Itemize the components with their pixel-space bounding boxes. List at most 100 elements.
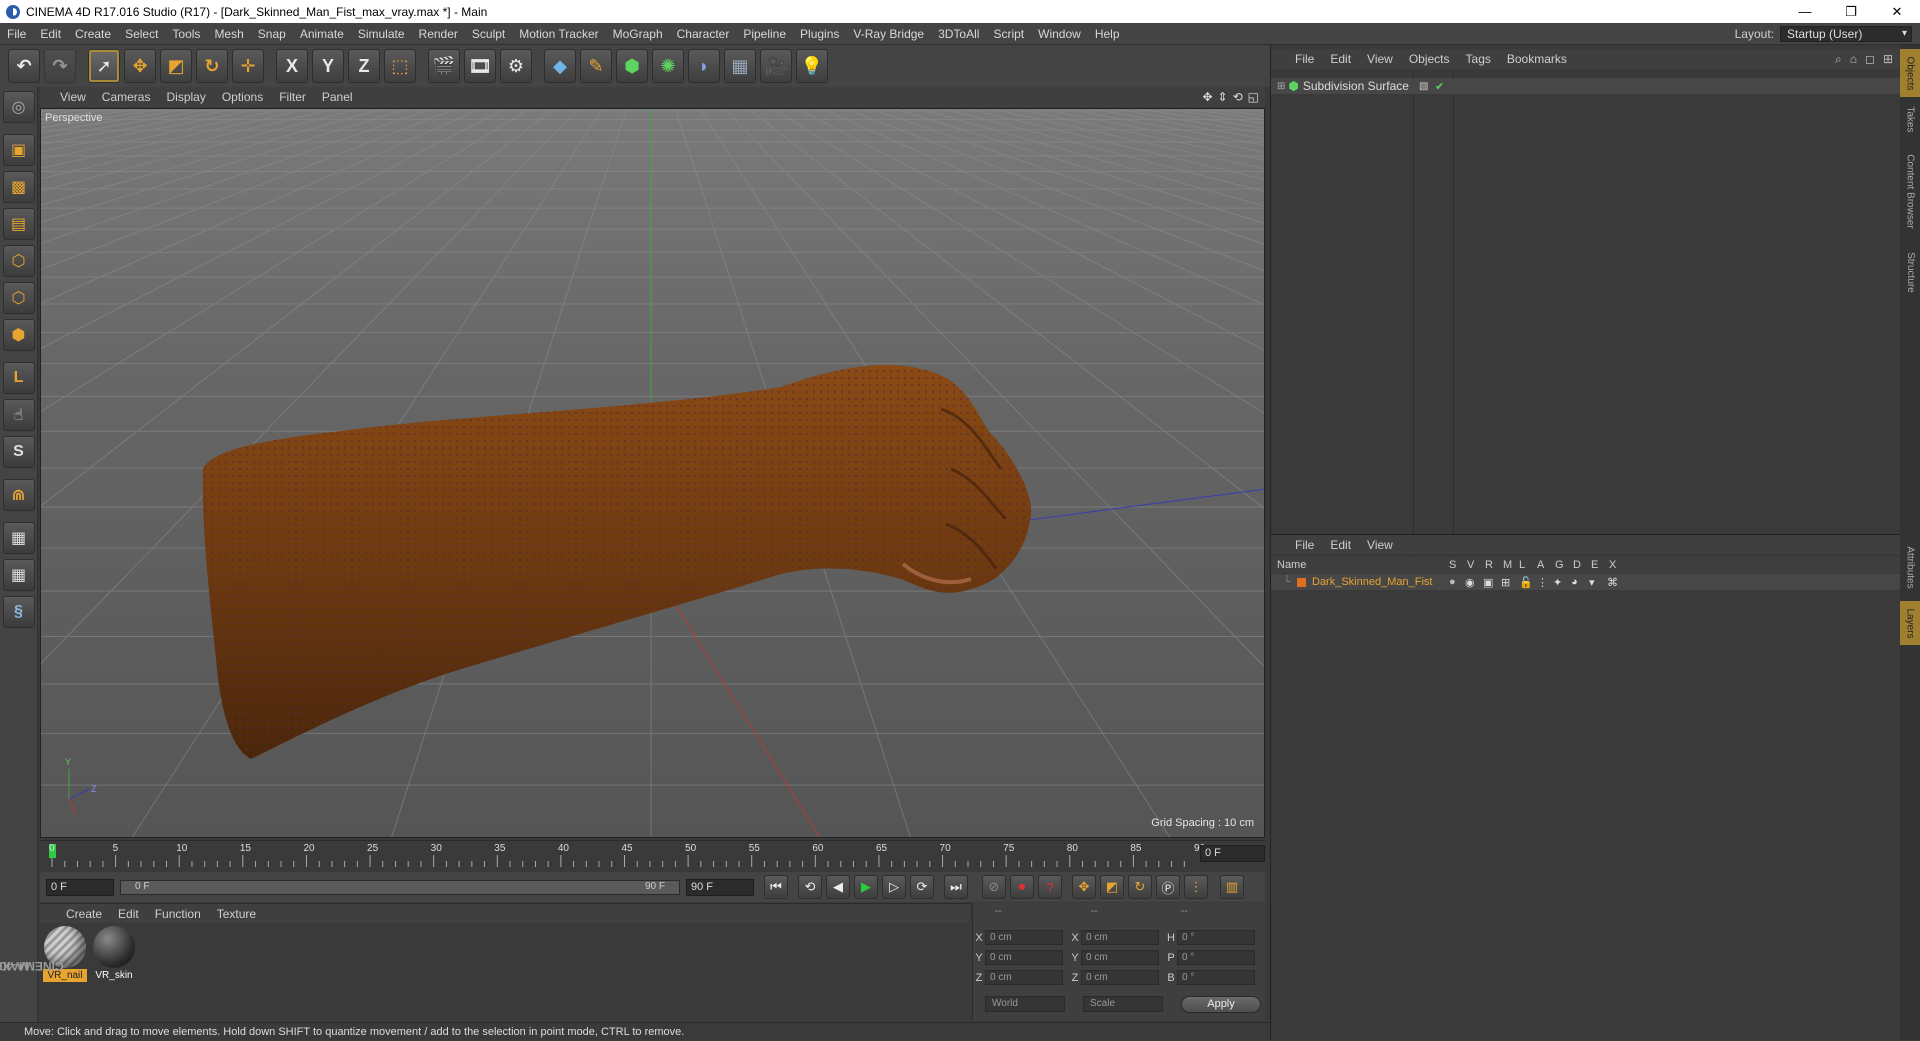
layer-row[interactable]: └ Dark_Skinned_Man_Fist ● ◉ ▣ ⊞ 🔓 ⋮ ✦ ◕ … <box>1271 574 1901 590</box>
record-disabled-icon[interactable]: ⊘ <box>982 875 1006 899</box>
viewport-menu-options[interactable]: Options <box>222 90 263 104</box>
pan-view-icon[interactable]: ✥ <box>1202 90 1212 104</box>
record-icon[interactable]: ⏺ <box>1010 875 1034 899</box>
polygons-mode-icon[interactable]: ⬢ <box>2 319 35 351</box>
orbit-view-icon[interactable]: ⟲ <box>1233 90 1243 104</box>
tab-attributes[interactable]: Attributes <box>1900 535 1920 599</box>
layer-color-swatch[interactable] <box>1297 578 1306 587</box>
apply-button[interactable]: Apply <box>1181 996 1261 1013</box>
size-z-field[interactable]: 0 cm <box>1081 970 1159 985</box>
maximize-view-icon[interactable]: ◱ <box>1248 90 1259 104</box>
objects-menu-bookmarks[interactable]: Bookmarks <box>1507 52 1567 66</box>
key-rotation-icon[interactable]: ↻ <box>1128 875 1152 899</box>
key-position-icon[interactable]: ✥ <box>1072 875 1096 899</box>
layer-animation-icon[interactable]: ⋮ <box>1537 576 1548 589</box>
layer-visible-icon[interactable]: ◉ <box>1465 576 1475 589</box>
objects-menu-tags[interactable]: Tags <box>1466 52 1491 66</box>
menu-render[interactable]: Render <box>412 23 465 45</box>
material-menu-create[interactable]: Create <box>66 907 102 921</box>
model-mode-icon[interactable]: ▣ <box>2 134 35 166</box>
perspective-viewport[interactable]: Y Z Perspective Grid Spacing : 10 cm <box>40 108 1265 838</box>
material-menu-edit[interactable]: Edit <box>118 907 139 921</box>
material-menu-function[interactable]: Function <box>155 907 201 921</box>
magnet-icon[interactable]: ⋒ <box>2 479 35 511</box>
menu-vray-bridge[interactable]: V-Ray Bridge <box>846 23 931 45</box>
tab-takes[interactable]: Takes <box>1900 101 1920 137</box>
planar-workplane-icon[interactable]: ▦ <box>2 559 35 591</box>
deformer-icon[interactable]: ◗ <box>688 49 720 83</box>
key-scale-icon[interactable]: ◩ <box>1100 875 1124 899</box>
layer-manager-icon[interactable]: ⊞ <box>1501 576 1510 589</box>
enabled-check-icon[interactable]: ✔ <box>1435 80 1444 93</box>
viewport-menu-display[interactable]: Display <box>166 90 205 104</box>
position-x-field[interactable]: 0 cm <box>985 930 1063 945</box>
goto-next-key-icon[interactable]: ⟳ <box>910 875 934 899</box>
layer-lock-icon[interactable]: 🔓 <box>1519 576 1533 589</box>
menu-help[interactable]: Help <box>1088 23 1127 45</box>
layout-select[interactable]: Startup (User) <box>1780 25 1912 42</box>
coord-transform-select[interactable]: Scale <box>1083 996 1163 1012</box>
layer-solo-icon[interactable]: ● <box>1449 576 1456 588</box>
menu-plugins[interactable]: Plugins <box>793 23 846 45</box>
points-mode-icon[interactable]: ⬡ <box>2 245 35 277</box>
layers-menu-edit[interactable]: Edit <box>1330 538 1351 552</box>
close-button[interactable]: ✕ <box>1874 0 1920 23</box>
layer-render-icon[interactable]: ▣ <box>1483 576 1493 589</box>
tab-content-browser[interactable]: Content Browser <box>1900 143 1920 239</box>
redo-icon[interactable]: ↷ <box>44 49 76 83</box>
restore-button[interactable]: ❐ <box>1828 0 1874 23</box>
edges-mode-icon[interactable]: ⬡ <box>2 282 35 314</box>
layers-menu-view[interactable]: View <box>1367 538 1393 552</box>
layer-xref-icon[interactable]: ⌘ <box>1607 576 1618 589</box>
goto-start-icon[interactable]: ⏮ <box>764 875 788 899</box>
size-x-field[interactable]: 0 cm <box>1081 930 1159 945</box>
key-parameter-icon[interactable]: Ⓟ <box>1156 875 1180 899</box>
play-icon[interactable]: ▶ <box>854 875 878 899</box>
menu-create[interactable]: Create <box>68 23 118 45</box>
camera-icon[interactable]: 🎥 <box>760 49 792 83</box>
goto-end-icon[interactable]: ⏭ <box>944 875 968 899</box>
tab-objects[interactable]: Objects <box>1900 49 1920 97</box>
menu-simulate[interactable]: Simulate <box>351 23 412 45</box>
end-frame-field[interactable]: 90 F <box>686 878 754 896</box>
x-axis-icon[interactable]: X <box>276 49 308 83</box>
scale-icon[interactable]: ◩ <box>160 49 192 83</box>
z-axis-icon[interactable]: Z <box>348 49 380 83</box>
menu-character[interactable]: Character <box>670 23 737 45</box>
menu-animate[interactable]: Animate <box>293 23 351 45</box>
objects-menu-edit[interactable]: Edit <box>1330 52 1351 66</box>
rotation-b-field[interactable]: 0 ° <box>1177 970 1255 985</box>
rotation-p-field[interactable]: 0 ° <box>1177 950 1255 965</box>
autokey-icon[interactable]: ? <box>1038 875 1062 899</box>
render-picture-viewer-icon[interactable]: 🎞 <box>464 49 496 83</box>
menu-sculpt[interactable]: Sculpt <box>465 23 512 45</box>
cube-icon[interactable]: ◆ <box>544 49 576 83</box>
viewport-menu-cameras[interactable]: Cameras <box>102 90 151 104</box>
timeline-ruler[interactable]: 051015202530354045505560657075808590 <box>40 840 1265 870</box>
pen-icon[interactable]: ✎ <box>580 49 612 83</box>
menu-mograph[interactable]: MoGraph <box>606 23 670 45</box>
menu-select[interactable]: Select <box>118 23 165 45</box>
tab-structure[interactable]: Structure <box>1900 245 1920 299</box>
goto-prev-key-icon[interactable]: ⟲ <box>798 875 822 899</box>
menu-pipeline[interactable]: Pipeline <box>736 23 793 45</box>
new-window-icon[interactable]: ◻ <box>1865 52 1875 67</box>
material-menu-texture[interactable]: Texture <box>217 907 256 921</box>
rotation-h-field[interactable]: 0 ° <box>1177 930 1255 945</box>
timeline-window-icon[interactable]: ▥ <box>1220 875 1244 899</box>
menu-3dtoall[interactable]: 3DToAll <box>931 23 986 45</box>
expand-toggle-icon[interactable]: ⊞ <box>1277 81 1285 92</box>
undo-icon[interactable]: ↶ <box>8 49 40 83</box>
menu-snap[interactable]: Snap <box>251 23 293 45</box>
objects-menu-file[interactable]: File <box>1295 52 1314 66</box>
subdivision-icon[interactable]: ⬢ <box>616 49 648 83</box>
menu-script[interactable]: Script <box>986 23 1031 45</box>
search-icon[interactable]: ⌕ <box>1835 52 1842 67</box>
floor-icon[interactable]: ▦ <box>724 49 756 83</box>
texture-mode-icon[interactable]: ▩ <box>2 171 35 203</box>
render-view-icon[interactable]: 🎬 <box>428 49 460 83</box>
minimize-button[interactable]: — <box>1782 0 1828 23</box>
live-select-icon[interactable]: ✛ <box>232 49 264 83</box>
viewport-menu-view[interactable]: View <box>60 90 86 104</box>
menu-window[interactable]: Window <box>1031 23 1088 45</box>
